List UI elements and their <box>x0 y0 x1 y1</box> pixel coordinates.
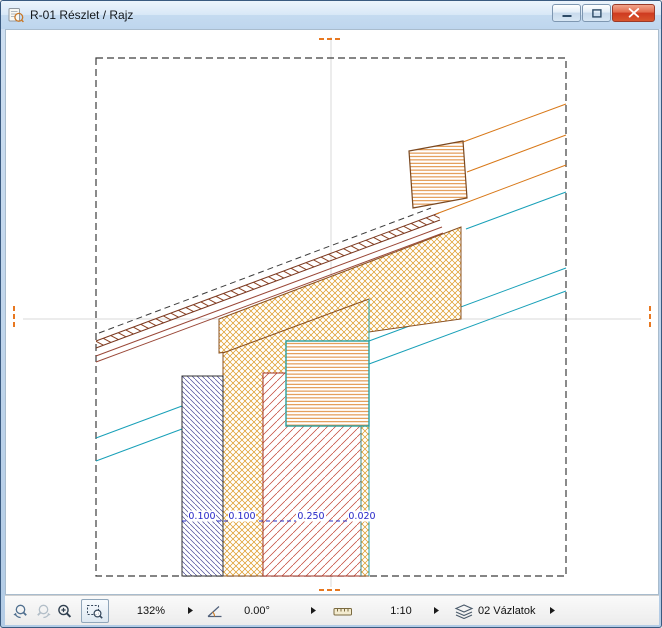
pilaster-section <box>181 375 224 577</box>
zoom-next-button[interactable] <box>32 599 54 623</box>
scale-popup[interactable]: 1:10 <box>333 599 440 623</box>
titlebar[interactable]: R-01 Részlet / Rajz <box>1 1 661 29</box>
maximize-icon <box>591 8 602 18</box>
close-button[interactable] <box>612 4 655 22</box>
scale-icon <box>333 603 353 619</box>
minimize-button[interactable] <box>552 4 581 22</box>
purlin-section <box>408 140 468 209</box>
timber-block <box>285 340 370 427</box>
maximize-button[interactable] <box>582 4 611 22</box>
zoom-level-value: 132% <box>136 604 166 617</box>
window-controls <box>552 4 655 22</box>
detail-drawing: 0.100 0.100 0.250 0.020 <box>13 37 651 591</box>
close-icon <box>628 8 639 18</box>
rotation-value: 0.00° <box>244 604 270 617</box>
layer-value: 02 Vázlatok <box>478 604 536 617</box>
zoom-in-icon <box>58 604 72 618</box>
layer-popup[interactable]: 02 Vázlatok <box>454 599 556 623</box>
drawing-canvas[interactable]: 0.100 0.100 0.250 0.020 <box>5 29 659 595</box>
dimension-label: 0.100 <box>188 511 215 522</box>
minimize-icon <box>562 14 571 17</box>
detail-drawing-icon <box>8 7 24 23</box>
dimension-label: 0.020 <box>348 511 375 522</box>
zoom-level-popup[interactable]: 132% <box>119 599 194 623</box>
window-title: R-01 Részlet / Rajz <box>30 8 134 22</box>
angle-icon <box>206 603 224 619</box>
flyout-arrow-icon <box>433 606 440 615</box>
flyout-arrow-icon <box>187 606 194 615</box>
rotation-popup[interactable]: 0.00° <box>206 599 317 623</box>
dimension-label: 0.250 <box>297 511 324 522</box>
zoom-previous-button[interactable] <box>10 599 32 623</box>
zoom-in-button[interactable] <box>54 599 76 623</box>
archicad-detail-window: R-01 Részlet / Rajz 0.100 0.100 0.250 0.… <box>0 0 662 628</box>
flyout-arrow-icon <box>549 606 556 615</box>
dimension-label: 0.100 <box>228 511 255 522</box>
fit-view-icon <box>87 604 103 619</box>
statusbar: 132% 0.00° 1:10 02 Vázlatok <box>5 595 659 625</box>
fit-view-button[interactable] <box>81 598 109 623</box>
flyout-arrow-icon <box>310 606 317 615</box>
layers-icon <box>454 603 474 619</box>
zoom-previous-icon <box>13 604 27 618</box>
scale-value: 1:10 <box>390 604 412 617</box>
zoom-next-icon <box>37 604 51 618</box>
